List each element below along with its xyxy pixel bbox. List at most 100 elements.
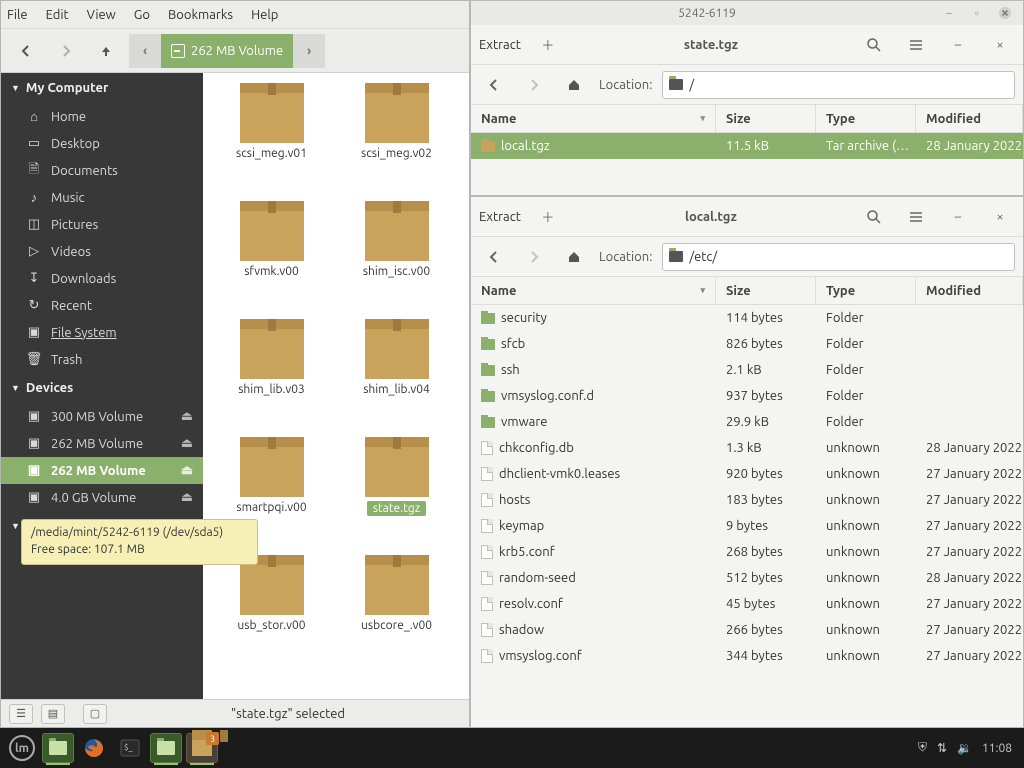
row-vmware[interactable]: vmware29.9 kBFolder [471,409,1023,435]
row-security[interactable]: security114 bytesFolder [471,305,1023,331]
eject-icon[interactable]: ⏏ [181,436,193,451]
menu-view[interactable]: View [87,8,116,22]
archive1-titlebar[interactable]: 5242-6119 – ▫ [471,1,1023,25]
archive1-home-button[interactable] [559,70,589,100]
row-ssh[interactable]: ssh2.1 kBFolder [471,357,1023,383]
file-scsi_meg-v02[interactable]: scsi_meg.v02 [334,83,459,201]
firefox-app-button[interactable] [78,733,110,763]
tray-shield-icon[interactable]: ⛨ [918,741,927,755]
col-name[interactable]: Name [471,105,716,132]
chevron-right-icon[interactable]: › [293,34,325,68]
file-grid[interactable]: scsi_meg.v01scsi_meg.v02sfvmk.v00shim_is… [203,73,469,699]
extract-button[interactable]: Extract [479,38,521,52]
chevron-left-icon[interactable]: ‹ [129,34,161,68]
sidebar-item-262-mb-volume[interactable]: ▣262 MB Volume⏏ [1,430,203,457]
row-sfcb[interactable]: sfcb826 bytesFolder [471,331,1023,357]
tray-network-icon[interactable]: ⇅ [937,741,947,755]
row-keymap[interactable]: keymap9 bytesunknown27 January 2022 [471,513,1023,539]
menu-bookmarks[interactable]: Bookmarks [168,8,233,22]
col-name[interactable]: Name [471,277,716,304]
minimize2-button[interactable]: – [943,30,973,60]
sidebar-item-documents[interactable]: 🗎Documents [1,157,203,184]
hamburger-icon[interactable] [901,30,931,60]
sidebar-item-desktop[interactable]: ▭Desktop [1,130,203,157]
extract-button[interactable]: Extract [479,210,521,224]
col-modified[interactable]: Modified [916,105,1023,132]
archive1-forward-button[interactable] [519,70,549,100]
row-local-tgz[interactable]: local.tgz11.5 kBTar archive (…28 January… [471,133,1023,159]
file-shim_lib-v04[interactable]: shim_lib.v04 [334,319,459,437]
sidebar-item-262-mb-volume[interactable]: ▣262 MB Volume⏏ [1,457,203,484]
sidebar-item-file-system[interactable]: ▣File System [1,319,203,346]
row-vmsyslog-conf[interactable]: vmsyslog.conf344 bytesunknown27 January … [471,643,1023,669]
col-type[interactable]: Type [816,105,916,132]
close2-button[interactable]: × [985,202,1015,232]
menu-help[interactable]: Help [251,8,278,22]
file-scsi_meg-v01[interactable]: scsi_meg.v01 [209,83,334,201]
close2-button[interactable]: × [985,30,1015,60]
sidebar-item-recent[interactable]: ↻Recent [1,292,203,319]
row-chkconfig-db[interactable]: chkconfig.db1.3 kBunknown28 January 2022 [471,435,1023,461]
file-shim_isc-v00[interactable]: shim_isc.v00 [334,201,459,319]
back-button[interactable] [9,34,43,68]
archive2-forward-button[interactable] [519,242,549,272]
archive1-back-button[interactable] [479,70,509,100]
sidebar-item-videos[interactable]: ▷Videos [1,238,203,265]
sidebar-item-music[interactable]: ♪Music [1,184,203,211]
search-icon[interactable] [859,30,889,60]
row-dhclient-vmk0-leases[interactable]: dhclient-vmk0.leases920 bytesunknown27 J… [471,461,1023,487]
location-chip[interactable]: ‹ 262 MB Volume › [129,34,325,68]
file-shim_lib-v03[interactable]: shim_lib.v03 [209,319,334,437]
archive2-home-button[interactable] [559,242,589,272]
sidebar-item-4.0-gb-volume[interactable]: ▣4.0 GB Volume⏏ [1,484,203,511]
row-vmsyslog-conf-d[interactable]: vmsyslog.conf.d937 bytesFolder [471,383,1023,409]
minimize-button[interactable]: – [939,3,959,23]
eject-icon[interactable]: ⏏ [181,463,193,478]
add-button[interactable]: ＋ [533,30,563,60]
search-icon[interactable] [859,202,889,232]
file-usb_stor-v00[interactable]: usb_stor.v00 [209,555,334,673]
col-type[interactable]: Type [816,277,916,304]
view-list-button[interactable]: ▤ [41,704,65,724]
files-app-button[interactable] [42,733,74,763]
sidebar-item-pictures[interactable]: ◫Pictures [1,211,203,238]
menu-edit[interactable]: Edit [46,8,69,22]
archive2-location-input[interactable]: /etc/ [662,243,1015,271]
hamburger-icon[interactable] [901,202,931,232]
add-button[interactable]: ＋ [533,202,563,232]
files-app-button-2[interactable] [150,733,182,763]
forward-button[interactable] [49,34,83,68]
file-sfvmk-v00[interactable]: sfvmk.v00 [209,201,334,319]
up-button[interactable] [89,34,123,68]
eject-icon[interactable]: ⏏ [181,490,193,505]
archive-app-button[interactable]: 3 [186,733,218,763]
col-modified[interactable]: Modified [916,277,1023,304]
sidebar-item-downloads[interactable]: ↧Downloads [1,265,203,292]
sidebar-item-home[interactable]: ⌂Home [1,103,203,130]
archive1-location-input[interactable]: / [662,71,1015,99]
tray-clock[interactable]: 11:08 [982,742,1012,755]
eject-icon[interactable]: ⏏ [181,409,193,424]
row-shadow[interactable]: shadow266 bytesunknown27 January 2022 [471,617,1023,643]
sidebar-item-300-mb-volume[interactable]: ▣300 MB Volume⏏ [1,403,203,430]
row-random-seed[interactable]: random-seed512 bytesunknown28 January 20… [471,565,1023,591]
menu-file[interactable]: File [7,8,28,22]
terminal-app-button[interactable]: $_ [114,733,146,763]
file-usbcore_-v00[interactable]: usbcore_.v00 [334,555,459,673]
row-krb5-conf[interactable]: krb5.conf268 bytesunknown27 January 2022 [471,539,1023,565]
archive2-back-button[interactable] [479,242,509,272]
sidebar-item-trash[interactable]: 🗑Trash [1,346,203,373]
mint-menu-button[interactable]: lm [6,733,38,763]
menu-go[interactable]: Go [134,8,150,22]
tray-volume-icon[interactable]: 🔉 [957,741,972,755]
minimize2-button[interactable]: – [943,202,973,232]
col-size[interactable]: Size [716,277,816,304]
sidebar-group-devices[interactable]: ▼Devices [1,373,203,403]
sidebar-group-my-computer[interactable]: ▼My Computer [1,73,203,103]
view-icons-button[interactable]: ☰ [9,704,33,724]
col-size[interactable]: Size [716,105,816,132]
file-state-tgz[interactable]: state.tgz [334,437,459,555]
view-compact-button[interactable]: ▢ [83,704,107,724]
maximize-button[interactable]: ▫ [967,3,987,23]
row-resolv-conf[interactable]: resolv.conf45 bytesunknown27 January 202… [471,591,1023,617]
